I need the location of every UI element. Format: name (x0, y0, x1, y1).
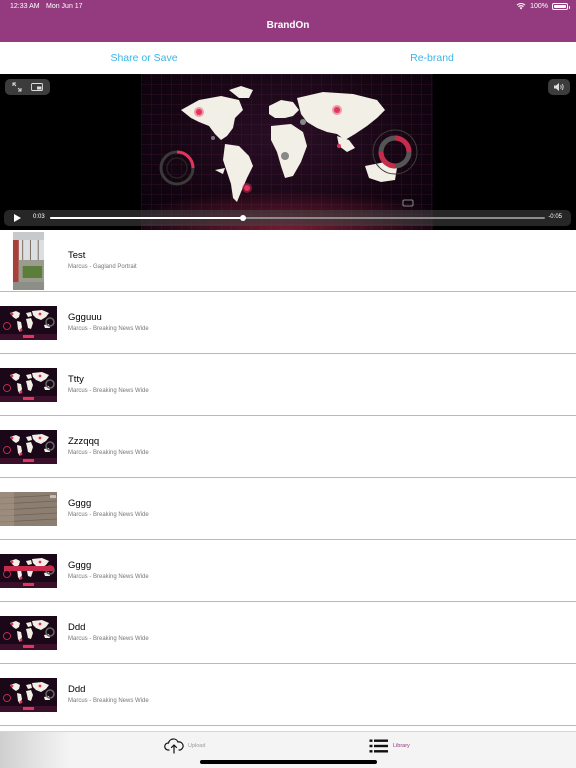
list-icon (369, 739, 388, 753)
map-thumbnail (0, 616, 57, 650)
row-subtitle: Marcus - Breaking News Wide (68, 450, 149, 456)
map-thumbnail (0, 430, 57, 464)
library-row[interactable]: Ddd Marcus - Breaking News Wide (0, 602, 576, 664)
library-row[interactable]: Ttty Marcus - Breaking News Wide (0, 354, 576, 416)
tab-bar-shade (0, 732, 70, 768)
row-title: Zzzqqq (68, 436, 100, 447)
row-thumbnail (0, 678, 57, 712)
progress-track[interactable] (50, 215, 545, 221)
row-thumbnail (0, 616, 57, 650)
library-row[interactable]: Test Marcus - Gagland Portrait (0, 230, 576, 292)
rebrand-button[interactable]: Re-brand (288, 52, 576, 64)
library-row[interactable]: Zzzqqq Marcus - Breaking News Wide (0, 416, 576, 478)
status-indicators: 100% (516, 2, 570, 10)
battery-percent: 100% (530, 2, 548, 10)
tab-upload-label: Upload (188, 743, 206, 749)
library-row[interactable]: Ddd Marcus - Breaking News Wide (0, 664, 576, 726)
progress-fill (50, 217, 244, 219)
playback-controls: 0:03 -0:05 (4, 210, 571, 226)
action-bar: Share or Save Re-brand (0, 42, 576, 74)
row-title: Ddd (68, 684, 86, 695)
wifi-icon (516, 3, 526, 10)
fullscreen-icon[interactable] (12, 82, 22, 92)
row-thumbnail (0, 492, 57, 526)
building-photo-thumbnail (12, 232, 45, 290)
row-subtitle: Marcus - Breaking News Wide (68, 388, 149, 394)
row-thumbnail (0, 554, 57, 588)
picture-in-picture-icon[interactable] (31, 82, 43, 92)
current-time: 0:03 (33, 214, 45, 220)
player-top-controls (5, 79, 50, 95)
battery-level (554, 4, 566, 8)
library-list: Test Marcus - Gagland Portrait Ggguuu Ma… (0, 230, 576, 731)
map-thumbnail (0, 306, 57, 340)
volume-control (548, 79, 570, 95)
row-title: Test (68, 250, 86, 261)
row-subtitle: Marcus - Breaking News Wide (68, 326, 149, 332)
row-title: Gggg (68, 498, 92, 509)
row-title: Gggg (68, 560, 92, 571)
map-banner-thumbnail (0, 554, 57, 588)
volume-icon[interactable] (553, 82, 565, 92)
library-row[interactable]: Gggg Marcus - Breaking News Wide (0, 478, 576, 540)
play-icon[interactable] (12, 213, 22, 223)
status-date: Mon Jun 17 (46, 3, 83, 10)
map-thumbnail (0, 368, 57, 402)
tab-upload[interactable]: Upload (164, 738, 205, 754)
row-subtitle: Marcus - Breaking News Wide (68, 636, 149, 642)
library-row[interactable]: Gggg Marcus - Breaking News Wide (0, 540, 576, 602)
home-indicator (200, 760, 377, 764)
brandon-app: 12:33 AM Mon Jun 17 100% BrandOn Share o… (0, 0, 576, 768)
share-or-save-button[interactable]: Share or Save (0, 52, 288, 64)
row-thumbnail (0, 430, 57, 464)
row-thumbnail (12, 232, 45, 290)
video-player[interactable]: 0:03 -0:05 (0, 74, 576, 230)
row-thumbnail (0, 306, 57, 340)
library-row[interactable]: Ggguuu Marcus - Breaking News Wide (0, 292, 576, 354)
scrubber-handle[interactable] (240, 215, 247, 221)
header-bar: 12:33 AM Mon Jun 17 100% BrandOn (0, 0, 576, 42)
row-thumbnail (0, 368, 57, 402)
row-title: Ddd (68, 622, 86, 633)
video-frame (141, 74, 433, 230)
remaining-time: -0:05 (548, 214, 562, 220)
battery-icon (552, 2, 570, 10)
status-time: 12:33 AM (10, 3, 40, 10)
row-subtitle: Marcus - Breaking News Wide (68, 512, 149, 518)
world-map-graphic (141, 74, 433, 230)
row-title: Ggguuu (68, 312, 102, 323)
row-title: Ttty (68, 374, 84, 385)
row-subtitle: Marcus - Breaking News Wide (68, 574, 149, 580)
row-subtitle: Marcus - Breaking News Wide (68, 698, 149, 704)
cloud-upload-icon (164, 738, 184, 754)
status-bar: 12:33 AM Mon Jun 17 100% (0, 0, 576, 14)
tab-library-label: Library (393, 743, 410, 749)
map-thumbnail (0, 678, 57, 712)
tab-library[interactable]: Library (369, 738, 410, 754)
wall-photo-thumbnail (0, 492, 57, 526)
row-subtitle: Marcus - Gagland Portrait (68, 264, 137, 270)
page-title: BrandOn (266, 20, 310, 31)
